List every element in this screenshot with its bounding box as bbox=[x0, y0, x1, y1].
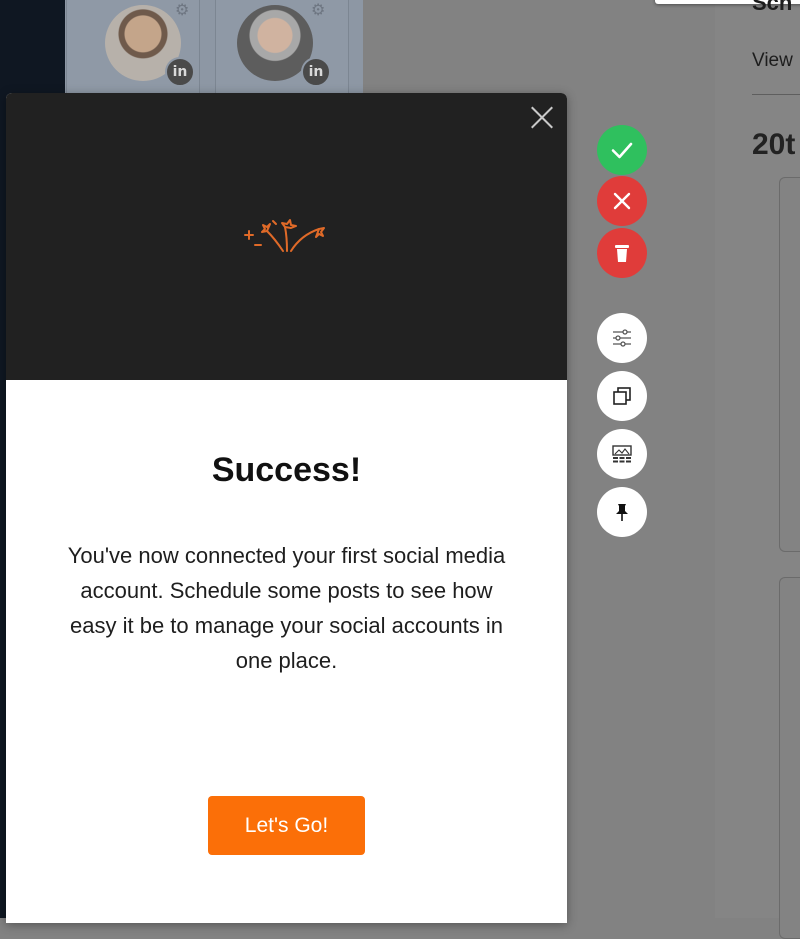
duplicate-button[interactable] bbox=[597, 371, 647, 421]
pin-icon bbox=[616, 504, 628, 521]
post-card[interactable] bbox=[779, 577, 800, 939]
copy-icon bbox=[613, 387, 631, 405]
image-grid-icon bbox=[612, 445, 632, 463]
schedule-heading: Sch bbox=[752, 0, 793, 15]
gear-icon[interactable]: ⚙ bbox=[175, 0, 189, 19]
filters-button[interactable] bbox=[597, 313, 647, 363]
linkedin-icon: in bbox=[301, 57, 331, 87]
profile-card[interactable]: ⚙ in bbox=[215, 0, 349, 95]
modal-header bbox=[6, 93, 567, 380]
modal-message: You've now connected your first social m… bbox=[67, 543, 506, 673]
reject-button[interactable] bbox=[597, 176, 647, 226]
pin-button[interactable] bbox=[597, 487, 647, 537]
fireworks-icon bbox=[244, 219, 325, 252]
delete-button[interactable] bbox=[597, 228, 647, 278]
view-link[interactable]: View bbox=[752, 50, 793, 72]
modal-title: Success! bbox=[211, 451, 362, 489]
profiles-panel: ⚙ in ⚙ in bbox=[65, 0, 363, 95]
lets-go-button[interactable]: Let's Go! bbox=[208, 796, 365, 855]
date-heading: 20t bbox=[752, 128, 796, 161]
trash-icon bbox=[615, 245, 629, 262]
profile-card[interactable]: ⚙ in bbox=[66, 0, 200, 95]
linkedin-icon: in bbox=[165, 57, 195, 87]
approve-button[interactable] bbox=[597, 125, 647, 175]
gear-icon[interactable]: ⚙ bbox=[311, 0, 325, 19]
close-icon[interactable] bbox=[529, 104, 555, 130]
sliders-icon bbox=[613, 329, 631, 347]
success-modal: Success! You've now connected your first… bbox=[6, 93, 567, 923]
check-icon bbox=[611, 142, 633, 159]
post-card[interactable] bbox=[779, 177, 800, 552]
media-button[interactable] bbox=[597, 429, 647, 479]
close-icon bbox=[613, 192, 631, 210]
divider bbox=[752, 94, 800, 95]
